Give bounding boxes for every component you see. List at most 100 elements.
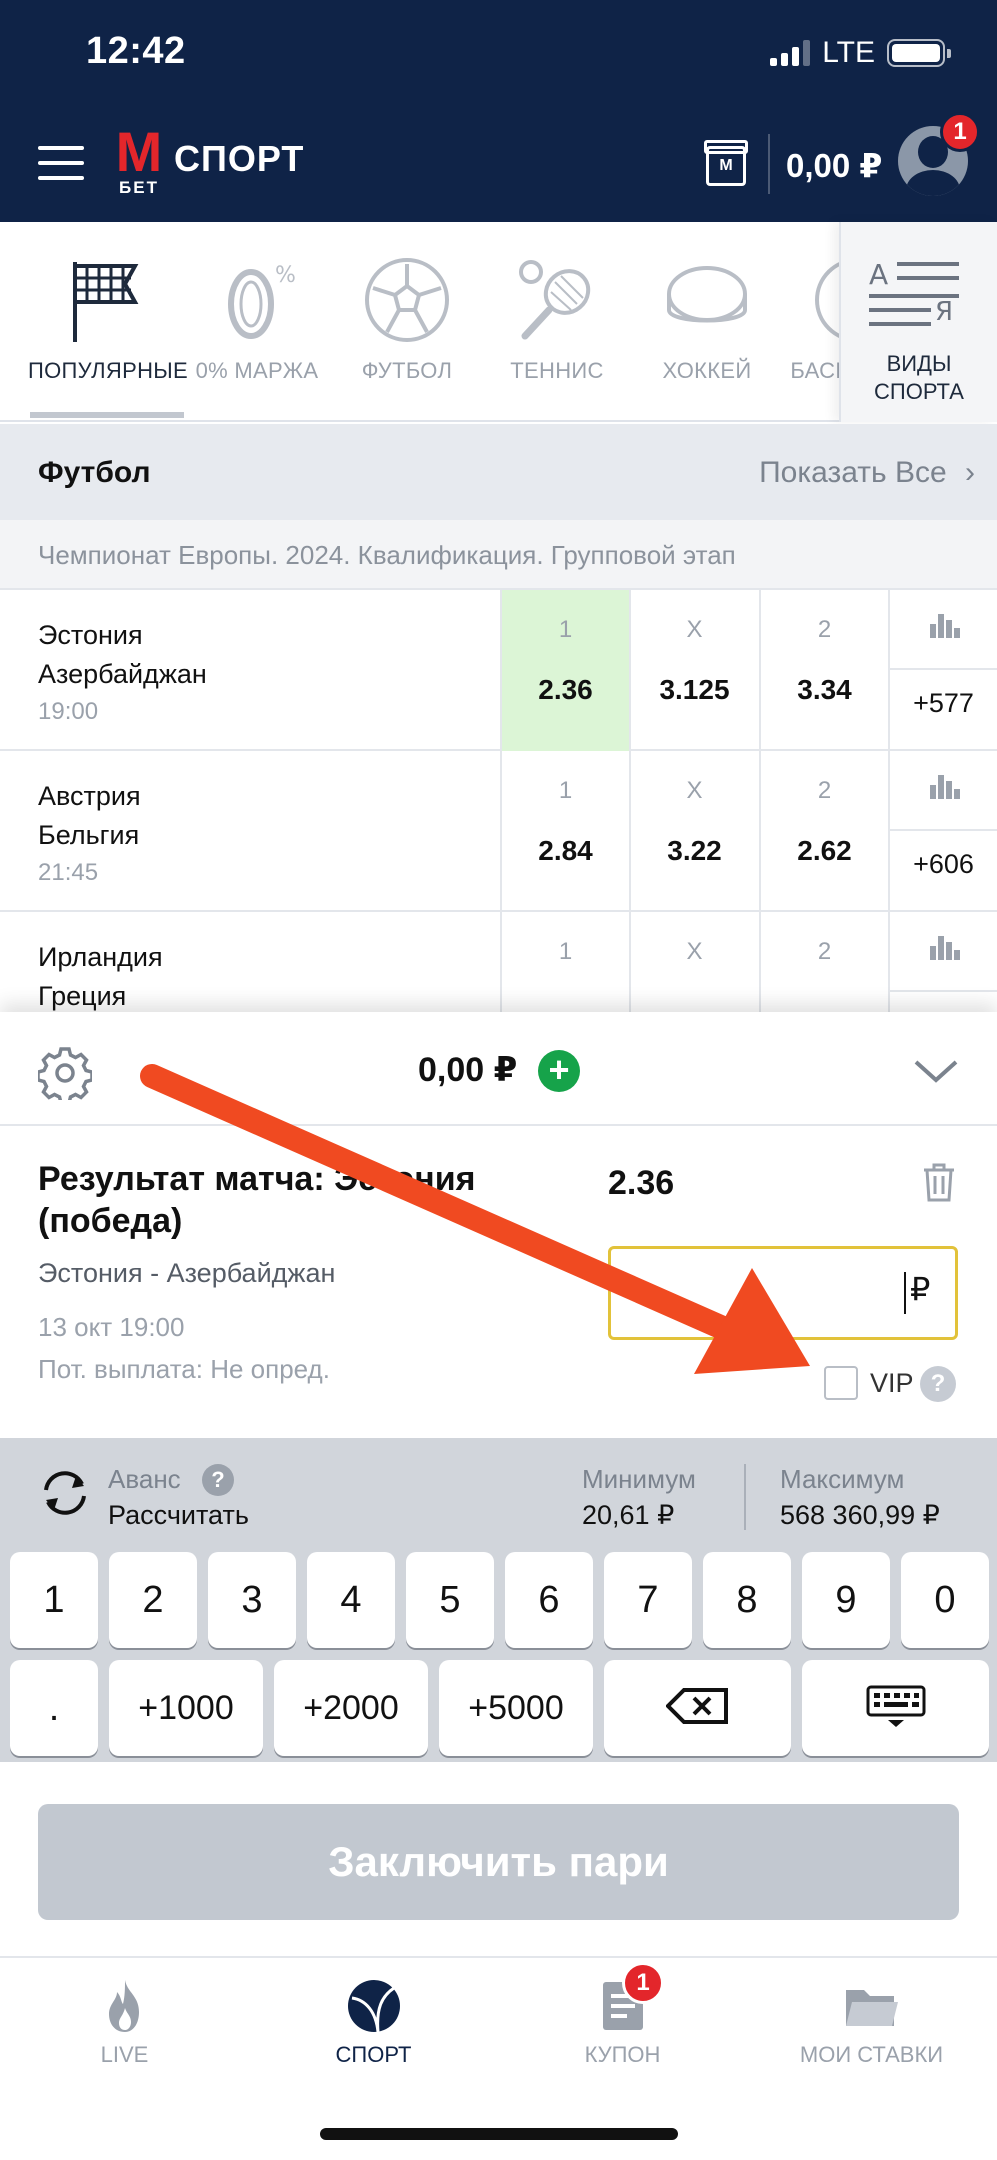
notification-badge: 1 [940, 112, 980, 152]
logo-letter: M [115, 120, 163, 183]
advance-label: Аванс [108, 1464, 181, 1494]
tab-my-bets[interactable]: МОИ СТАВКИ [747, 1960, 996, 2100]
key-1[interactable]: 1 [10, 1552, 98, 1648]
keyboard-icon [866, 1685, 925, 1727]
gear-icon[interactable] [38, 1046, 92, 1100]
event-time: 19:00 [38, 698, 99, 725]
key-8[interactable]: 8 [703, 1552, 791, 1648]
all-sports-button[interactable]: А Я ВИДЫ СПОРТА [839, 222, 997, 422]
hide-keyboard-button[interactable] [802, 1660, 989, 1756]
odd-home[interactable]: 1 2.36 [500, 590, 629, 751]
odd-label: 1 [558, 938, 573, 965]
key-9[interactable]: 9 [802, 1552, 890, 1648]
text-caret [904, 1272, 906, 1314]
max-label: Максимум [780, 1464, 905, 1494]
balance[interactable]: 0,00 ₽ [786, 146, 882, 185]
quick-2000-button[interactable]: +2000 [274, 1660, 428, 1756]
odd-value: 2.36 [538, 674, 593, 705]
key-6[interactable]: 6 [505, 1552, 593, 1648]
key-7[interactable]: 7 [604, 1552, 692, 1648]
stats-icon[interactable] [890, 751, 997, 831]
odd-draw[interactable]: X 3.22 [629, 751, 758, 912]
network-label: LTE [822, 36, 875, 69]
vip-help-icon[interactable]: ? [920, 1366, 956, 1402]
key-2[interactable]: 2 [109, 1552, 197, 1648]
key-5[interactable]: 5 [406, 1552, 494, 1648]
odd-value: 2.62 [797, 835, 852, 866]
tab-label: СПОРТ [335, 2042, 412, 2067]
team-home: Австрия [38, 781, 141, 811]
key-0[interactable]: 0 [901, 1552, 989, 1648]
key-4[interactable]: 4 [307, 1552, 395, 1648]
quick-5000-button[interactable]: +5000 [439, 1660, 593, 1756]
team-away: Греция [38, 981, 127, 1011]
odd-label: X [686, 777, 703, 804]
tab-sport[interactable]: СПОРТ [249, 1960, 498, 2100]
odd-label: 1 [558, 616, 573, 643]
ball-icon [347, 1980, 400, 2033]
gift-icon[interactable]: M [704, 140, 748, 186]
logo[interactable]: M БЕТ СПОРТ [114, 120, 304, 198]
backspace-icon [664, 1688, 728, 1724]
all-sports-label-1: ВИДЫ [886, 351, 952, 376]
event-row[interactable]: Австрия Бельгия 21:45 1 2.84 X 3.22 2 2.… [0, 751, 997, 912]
odd-value: 3.125 [659, 674, 730, 705]
trash-icon[interactable] [922, 1162, 956, 1202]
category-tennis[interactable]: ТЕННИС [482, 222, 632, 422]
refresh-icon[interactable] [38, 1468, 92, 1518]
min-value[interactable]: 20,61 ₽ [582, 1500, 674, 1531]
all-sports-label-2: СПОРТА [874, 379, 964, 404]
key-3[interactable]: 3 [208, 1552, 296, 1648]
chevron-down-icon[interactable] [912, 1058, 960, 1086]
odd-away[interactable]: 2 3.34 [759, 590, 888, 751]
place-bet-button[interactable]: Заключить пари [38, 1804, 959, 1920]
tab-live[interactable]: LIVE [0, 1960, 249, 2100]
category-zero-margin[interactable]: % 0% МАРЖА [182, 222, 332, 422]
category-hockey[interactable]: ХОККЕЙ [632, 222, 782, 422]
more-markets[interactable]: +577 [890, 688, 997, 719]
add-funds-button[interactable]: + [538, 1050, 580, 1092]
bet-date: 13 окт 19:00 [38, 1312, 185, 1342]
stats-icon[interactable] [890, 912, 997, 992]
potential-payout: Пот. выплата: Не опред. [38, 1354, 330, 1384]
gift-letter: M [719, 157, 733, 174]
odd-label: X [686, 938, 703, 965]
min-label: Минимум [582, 1464, 696, 1494]
sports-list-icon: А Я [869, 258, 959, 327]
category-label: ПОПУЛЯРНЫЕ [28, 358, 189, 383]
coupon-badge: 1 [622, 1962, 664, 2004]
odd-away[interactable]: 2 2.62 [759, 751, 888, 912]
zero-percent-icon: % [228, 263, 296, 339]
icon-letter-a: А [869, 258, 888, 291]
event-time: 21:45 [38, 859, 99, 886]
odd-label: 2 [817, 616, 832, 643]
stats-icon[interactable] [890, 590, 997, 670]
sport-categories: ПОПУЛЯРНЫЕ % 0% МАРЖА ФУТБОЛ ТЕННИС ХОКК… [0, 222, 997, 422]
show-all-link[interactable]: Показать Все › [759, 456, 975, 490]
event-extra: +606 [888, 751, 997, 912]
team-away: Азербайджан [38, 659, 207, 689]
bet-match: Эстония - Азербайджан [38, 1258, 336, 1288]
max-value[interactable]: 568 360,99 ₽ [780, 1500, 940, 1531]
odd-value: 3.34 [797, 674, 852, 705]
home-indicator [320, 2128, 678, 2140]
backspace-button[interactable] [604, 1660, 791, 1756]
header-divider [768, 134, 770, 194]
advance-help-icon[interactable]: ? [202, 1464, 234, 1496]
calculate-advance-button[interactable]: Рассчитать [108, 1500, 249, 1531]
vip-checkbox[interactable] [824, 1366, 858, 1400]
more-markets[interactable]: +606 [890, 849, 997, 880]
category-football[interactable]: ФУТБОЛ [332, 222, 482, 422]
soccer-ball-icon [365, 258, 449, 342]
menu-icon[interactable] [38, 146, 84, 180]
stake-keypad: Аванс ? Рассчитать Минимум 20,61 ₽ Макси… [0, 1438, 997, 1762]
key-dot[interactable]: . [10, 1660, 98, 1756]
odd-home[interactable]: 1 2.84 [500, 751, 629, 912]
tab-label: КУПОН [584, 2042, 661, 2067]
stake-limits: Аванс ? Рассчитать Минимум 20,61 ₽ Макси… [0, 1438, 997, 1538]
odd-draw[interactable]: X 3.125 [629, 590, 758, 751]
quick-1000-button[interactable]: +1000 [109, 1660, 263, 1756]
limits-divider [744, 1464, 746, 1530]
event-row[interactable]: Эстония Азербайджан 19:00 1 2.36 X 3.125… [0, 590, 997, 751]
category-popular[interactable]: ПОПУЛЯРНЫЕ [28, 222, 189, 422]
